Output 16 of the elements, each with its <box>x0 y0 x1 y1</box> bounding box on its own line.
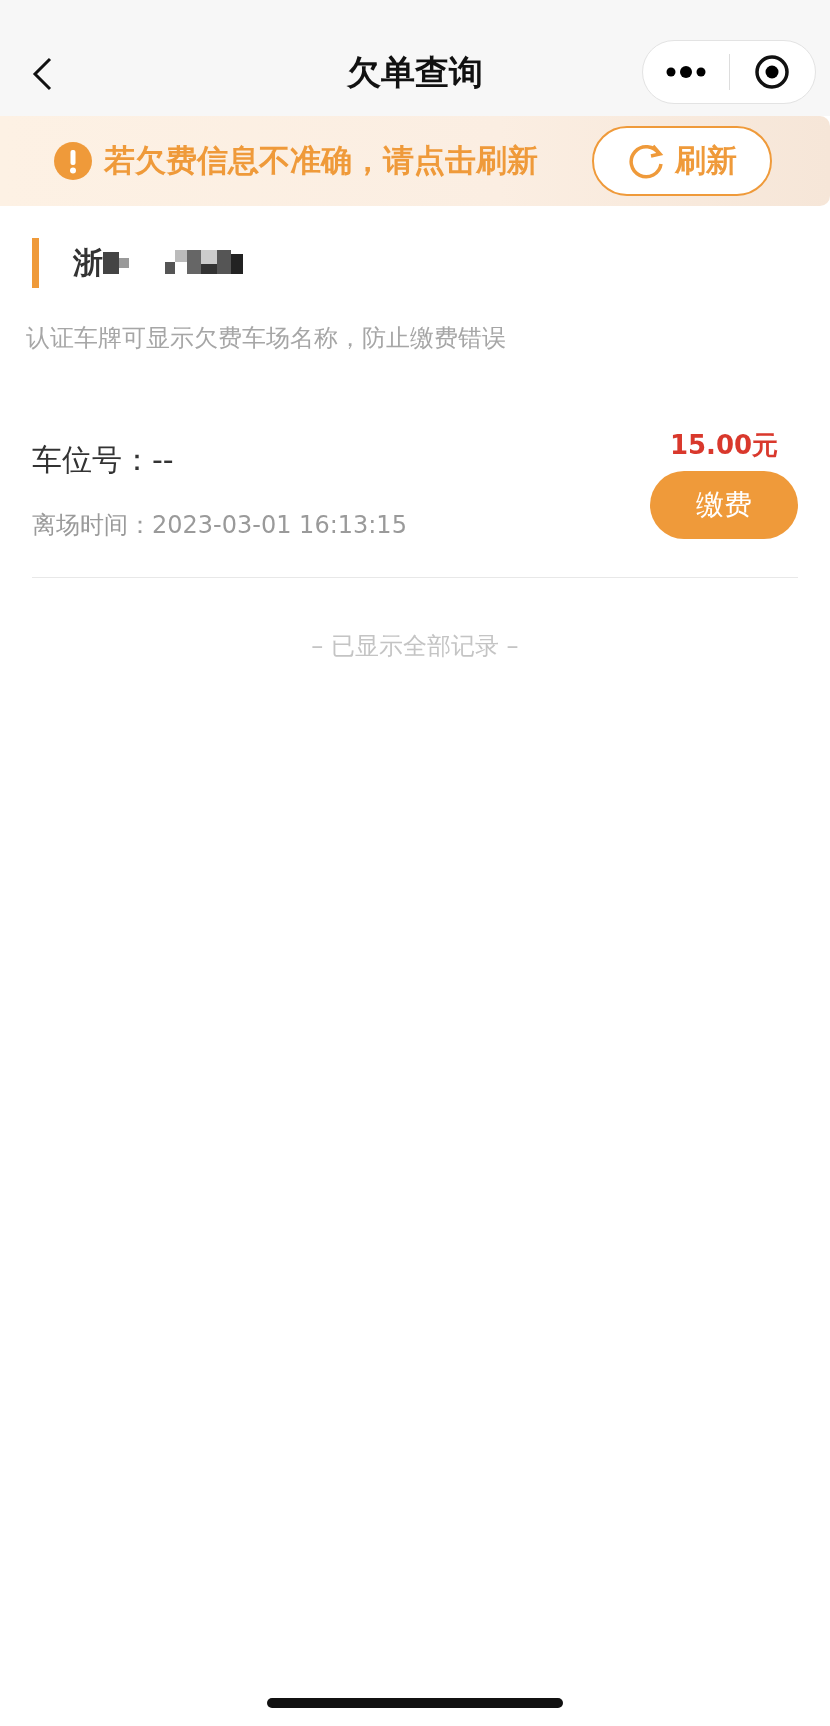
accent-bar <box>32 238 39 288</box>
warning-icon <box>54 142 92 180</box>
refresh-icon <box>627 142 665 180</box>
page-title: 欠单查询 <box>347 51 483 94</box>
parking-spot-text: 车位号：-- <box>32 441 175 479</box>
refresh-button[interactable]: 刷新 <box>592 126 772 196</box>
back-icon[interactable] <box>30 56 54 92</box>
end-of-list-text: – 已显示全部记录 – <box>310 631 520 662</box>
hint-text: 认证车牌可显示欠费车场名称，防止缴费错误 <box>25 323 507 354</box>
plate-number: 浙 <box>73 243 103 282</box>
notice-text: 若欠费信息不准确，请点击刷新 <box>104 141 539 180</box>
pay-button[interactable]: 缴费 <box>650 471 798 539</box>
close-target-icon[interactable] <box>754 54 791 90</box>
more-icon[interactable] <box>665 65 706 79</box>
exit-time-text: 离场时间：2023-03-01 16:13:15 <box>32 510 407 541</box>
amount-text: 15.00元 <box>669 429 779 462</box>
